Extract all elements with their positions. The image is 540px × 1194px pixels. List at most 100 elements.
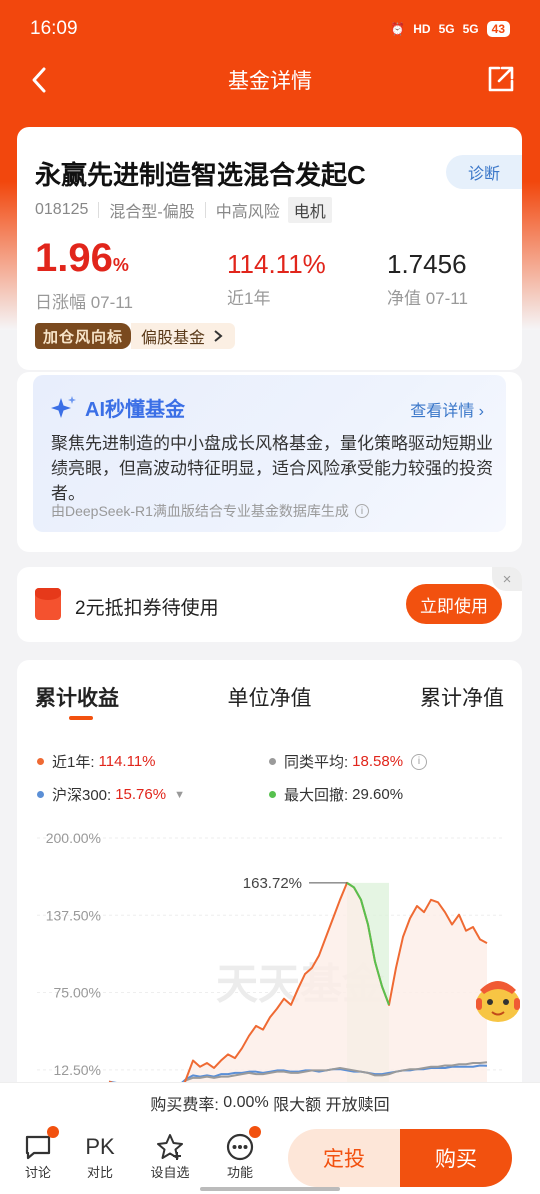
cumulative-return-chart[interactable]: 200.00%137.50%75.00%12.50%天天基金163.72%-14… <box>17 820 522 1082</box>
nav-bar: 基金详情 <box>0 58 540 102</box>
fund-name: 永赢先进制造智选混合发起C <box>35 160 366 190</box>
bottom-action-bar: 讨论 PK 对比 设自选 功能 定投 购买 <box>0 1122 540 1194</box>
fee-limit: 限大额 <box>273 1096 322 1114</box>
watchlist-button[interactable]: 设自选 <box>145 1132 195 1181</box>
battery-icon: 43 <box>486 21 510 37</box>
daily-change-metric: 1.96% 日涨幅 07-11 <box>35 235 133 313</box>
max-annotation-label: 163.72% <box>243 875 302 892</box>
back-arrow-icon[interactable] <box>26 64 56 96</box>
buy-button[interactable]: 购买 <box>400 1129 512 1187</box>
legend-dot <box>37 791 44 798</box>
fee-label: 购买费率: <box>150 1096 219 1114</box>
fee-value: 0.00% <box>223 1093 269 1111</box>
legend-hs300-label: 沪深300: <box>52 787 112 804</box>
ai-summary-text: 聚焦先进制造的中小盘成长风格基金，量化策略驱动短期业绩亮眼，但高波动特征明显，适… <box>51 434 493 503</box>
nav-label: 净值 07-11 <box>387 289 468 308</box>
ai-title-text: AI秒懂基金 <box>85 399 185 421</box>
legend-dot <box>269 758 276 765</box>
fund-summary-card: 永赢先进制造智选混合发起C 诊断 018125 混合型-偏股 中高风险 电机 1… <box>17 127 522 370</box>
legend-hs300-value: 15.76% <box>115 786 167 803</box>
use-coupon-button[interactable]: 立即使用 <box>406 584 502 624</box>
y-tick-label: 137.50% <box>46 907 101 923</box>
ai-summary-box: AI秒懂基金 查看详情 › 聚焦先进制造的中小盘成长风格基金，量化策略驱动短期业… <box>33 375 506 532</box>
status-icons: ⏰ HD 5G 5G 43 <box>390 21 510 37</box>
tab-cumulative-return[interactable]: 累计收益 <box>35 682 119 720</box>
y-tick-label: 200.00% <box>46 830 101 846</box>
daily-change-value: 1.96% <box>35 236 129 280</box>
red-envelope-icon <box>35 588 61 620</box>
fund-risk: 中高风险 <box>215 204 280 221</box>
y-tick-label: 75.00% <box>54 985 101 1001</box>
home-indicator <box>200 1187 340 1191</box>
legend-dot <box>269 791 276 798</box>
legend-peer-label: 同类平均: <box>284 754 349 771</box>
compare-button[interactable]: PK 对比 <box>75 1132 125 1181</box>
chart-tabs: 累计收益 单位净值 累计净值 <box>35 682 504 720</box>
auto-invest-button[interactable]: 定投 <box>288 1129 400 1187</box>
share-icon[interactable] <box>486 64 516 94</box>
legend-year-value: 114.11% <box>98 753 156 770</box>
ai-footer: 由DeepSeek-R1满血版结合专业基金数据库生成 i <box>51 501 369 521</box>
legend-drawdown: 最大回撤: 29.60% <box>269 784 403 805</box>
close-icon[interactable]: × <box>492 567 522 591</box>
signal-icon-2: 5G <box>462 22 479 36</box>
wind-vane-link-label: 偏股基金 <box>141 330 206 347</box>
alarm-icon: ⏰ <box>390 22 406 36</box>
signal-icon-1: 5G <box>438 22 455 36</box>
fee-redeem: 开放赎回 <box>325 1096 390 1114</box>
mascot-icon[interactable] <box>470 968 526 1028</box>
ai-view-details-link[interactable]: 查看详情 › <box>410 397 484 421</box>
legend-drawdown-value: 29.60% <box>352 786 404 803</box>
status-bar: 16:09 ⏰ HD 5G 5G 43 <box>0 0 540 58</box>
dropdown-icon[interactable]: ▼ <box>174 789 185 801</box>
ai-title: AI秒懂基金 <box>51 393 185 422</box>
wind-vane-link[interactable]: 偏股基金 <box>131 323 236 349</box>
fee-bar: 购买费率: 0.00% 限大额 开放赎回 <box>0 1082 540 1122</box>
legend-drawdown-label: 最大回撤: <box>284 787 349 804</box>
legend-hs300[interactable]: 沪深300: 15.76% ▼ <box>37 784 185 805</box>
tag-divider <box>204 202 206 218</box>
chart-card: 累计收益 单位净值 累计净值 近1年: 114.11% 同类平均: 18.58% i… <box>17 660 522 1100</box>
sparkle-icon <box>51 395 76 418</box>
more-icon <box>225 1126 261 1162</box>
star-plus-icon <box>155 1132 185 1162</box>
page-title: 基金详情 <box>228 70 312 93</box>
coupon-text: 2元抵扣券待使用 <box>75 598 219 619</box>
wind-vane-badge: 加仓风向标 <box>35 323 132 349</box>
info-icon[interactable]: i <box>411 753 428 770</box>
status-time: 16:09 <box>30 18 78 39</box>
sector-tag[interactable]: 电机 <box>287 197 332 223</box>
daily-change-label: 日涨幅 07-11 <box>35 293 133 312</box>
ai-footer-text: 由DeepSeek-R1满血版结合专业基金数据库生成 <box>51 503 349 519</box>
fund-tags: 018125 混合型-偏股 中高风险 电机 <box>35 197 332 223</box>
tab-unit-nav[interactable]: 单位净值 <box>228 682 312 712</box>
hd-icon: HD <box>413 22 431 36</box>
info-icon[interactable]: i <box>354 504 369 518</box>
diagnose-button[interactable]: 诊断 <box>446 155 522 189</box>
nav-value: 1.7456 <box>387 249 467 279</box>
y-tick-label: 12.50% <box>54 1062 101 1078</box>
discuss-label: 讨论 <box>24 1165 51 1180</box>
ai-summary-card: AI秒懂基金 查看详情 › 聚焦先进制造的中小盘成长风格基金，量化策略驱动短期业… <box>17 372 522 552</box>
notification-dot <box>249 1126 261 1138</box>
legend-year-label: 近1年: <box>52 754 95 771</box>
chat-bubble-icon <box>23 1126 59 1162</box>
tab-cumulative-nav[interactable]: 累计净值 <box>420 682 504 712</box>
legend-peer-value: 18.58% <box>352 753 404 770</box>
watchlist-label: 设自选 <box>150 1165 190 1180</box>
year-return-label: 近1年 <box>227 289 271 308</box>
wind-vane-row[interactable]: 加仓风向标 偏股基金 <box>35 322 236 350</box>
function-label: 功能 <box>226 1165 253 1180</box>
legend-year: 近1年: 114.11% <box>37 751 156 772</box>
nav-metric: 1.7456 净值 07-11 <box>387 249 468 309</box>
legend-dot <box>37 758 44 765</box>
year-return-value: 114.11% <box>227 249 326 279</box>
compare-label: 对比 <box>86 1165 113 1180</box>
year-return-metric: 114.11% 近1年 <box>227 249 326 309</box>
coupon-card: 2元抵扣券待使用 立即使用 × <box>17 567 522 642</box>
fund-type: 混合型-偏股 <box>109 204 195 221</box>
discuss-button[interactable]: 讨论 <box>13 1126 63 1181</box>
pk-icon: PK <box>85 1134 115 1159</box>
tag-divider <box>98 202 100 218</box>
function-button[interactable]: 功能 <box>215 1126 265 1181</box>
